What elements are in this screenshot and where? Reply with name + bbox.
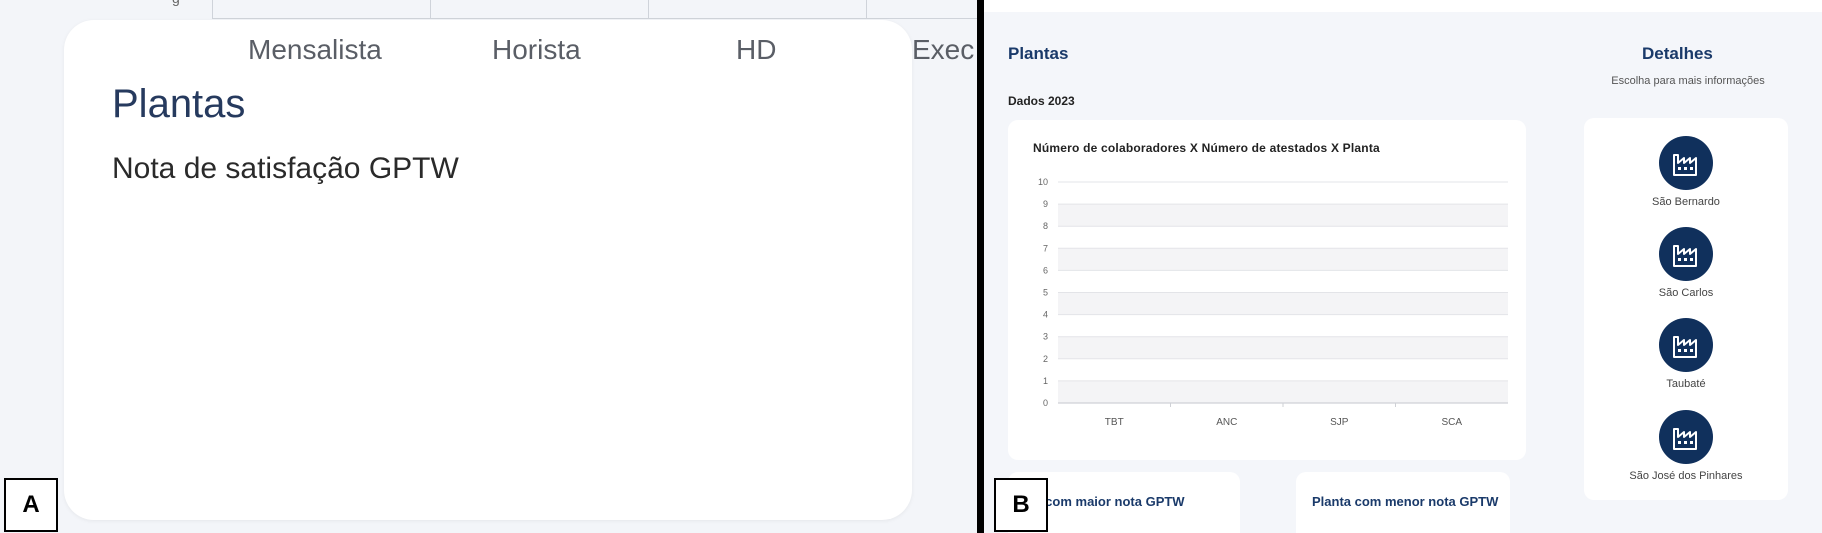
x-tick-label: TBT [1105, 417, 1124, 428]
x-tick-label: ANC [1216, 417, 1237, 428]
panel-label-b: B [994, 478, 1048, 532]
plant-item-taubate[interactable]: Taubaté [1584, 318, 1788, 390]
plant-name: São José dos Pinhares [1629, 470, 1743, 482]
tab-separator [648, 0, 649, 18]
section-title: Plantas [1008, 44, 1069, 63]
grid-band [1058, 248, 1508, 271]
x-tick-label: SJP [1330, 417, 1349, 428]
grid-band [1058, 380, 1508, 403]
y-tick-label: 8 [1043, 221, 1048, 231]
worst-gptw-card[interactable]: Planta com menor nota GPTW [1296, 472, 1510, 533]
plant-item-sao-jose-dos-pinhares[interactable]: São José dos Pinhares [1584, 410, 1788, 482]
cut-tab-text: g [172, 0, 180, 6]
chart-card: Número de colaboradores X Número de ates… [1008, 120, 1526, 460]
section-subtitle: Nota de satisfação GPTW [112, 152, 459, 185]
factory-icon [1659, 136, 1713, 190]
y-tick-label: 2 [1043, 354, 1048, 364]
details-hint: Escolha para mais informações [1611, 75, 1765, 87]
grid-band [1058, 336, 1508, 359]
tab-bar-top: g [0, 0, 977, 20]
y-tick-label: 4 [1043, 310, 1048, 320]
factory-icon [1659, 227, 1713, 281]
tab-top-border [212, 18, 977, 19]
tab-hd[interactable]: HD [736, 34, 776, 66]
panel-a: g Mensalista Horista HD Exec Plantas Not… [0, 0, 977, 533]
grid-band [1058, 204, 1508, 227]
plant-item-sao-carlos[interactable]: São Carlos [1584, 227, 1788, 299]
tab-separator [866, 0, 867, 18]
grid-band [1058, 292, 1508, 315]
y-tick-label: 9 [1043, 199, 1048, 209]
plant-item-sao-bernardo[interactable]: São Bernardo [1584, 136, 1788, 208]
y-tick-label: 10 [1038, 177, 1048, 187]
plant-name: São Carlos [1658, 287, 1714, 299]
x-tick-label: SCA [1441, 417, 1462, 428]
tab-horista[interactable]: Horista [492, 34, 581, 66]
plant-name: Taubaté [1666, 378, 1706, 390]
bar-chart: 0 1 2 3 4 5 6 7 8 9 10 TBT ANC SJP SCA [1038, 177, 1508, 428]
page-title: Plantas [112, 82, 246, 126]
y-tick-label: 1 [1043, 376, 1048, 386]
factory-icon [1659, 318, 1713, 372]
best-gptw-label: ta com maior nota GPTW [1030, 494, 1185, 509]
details-title: Detalhes [1642, 44, 1713, 63]
panel-b: Plantas Dados 2023 Detalhes Escolha para… [984, 0, 1822, 533]
worst-gptw-label: Planta com menor nota GPTW [1312, 494, 1499, 509]
panel-label-a: A [4, 478, 58, 532]
top-bar [984, 0, 1822, 12]
plant-name: São Bernardo [1652, 196, 1720, 208]
y-tick-label: 5 [1043, 288, 1048, 298]
y-tick-label: 6 [1043, 265, 1048, 275]
tab-separator [212, 0, 213, 18]
tab-separator [430, 0, 431, 18]
data-year-label: Dados 2023 [1008, 94, 1075, 108]
y-tick-label: 3 [1043, 332, 1048, 342]
tab-mensalista[interactable]: Mensalista [248, 34, 382, 66]
tab-exec[interactable]: Exec [912, 34, 974, 66]
y-tick-label: 7 [1043, 243, 1048, 253]
factory-icon [1659, 410, 1713, 464]
y-tick-label: 0 [1043, 398, 1048, 408]
plant-list: São Bernardo São Carlos Taubaté São José… [1584, 118, 1788, 500]
panel-divider [977, 0, 984, 533]
